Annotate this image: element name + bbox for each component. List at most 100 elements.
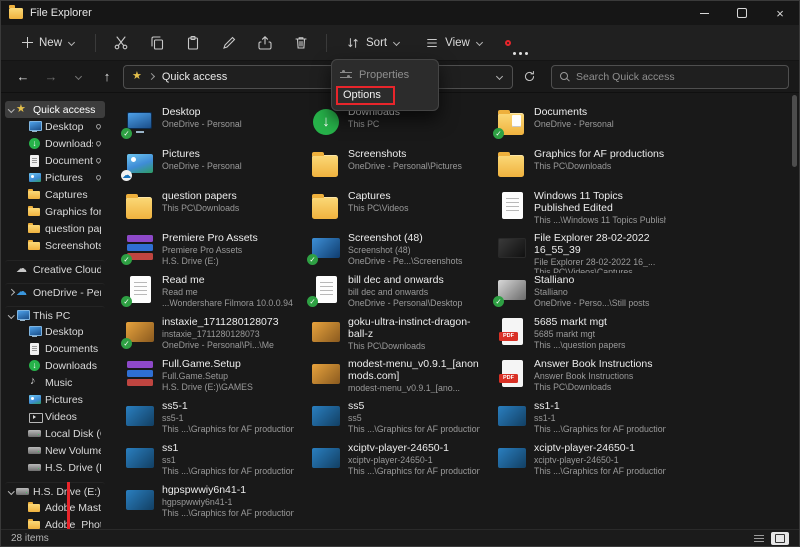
- forward-button[interactable]: →: [39, 65, 63, 89]
- file-tile[interactable]: ☁ Pictures OneDrive - Personal: [119, 147, 301, 189]
- tree-chevron-icon[interactable]: [19, 520, 28, 529]
- file-tile[interactable]: hgpspwwiy6n41-1 hgpspwwiy6n41-1 This ...\…: [119, 483, 301, 525]
- rename-button[interactable]: [214, 30, 244, 56]
- sidebar-item[interactable]: Pictures: [5, 169, 105, 186]
- up-button[interactable]: ↑: [95, 65, 119, 89]
- file-tile[interactable]: ✓ Screenshot (48) Screenshot (48) OneDriv…: [305, 231, 487, 273]
- menu-item[interactable]: Options: [334, 85, 436, 106]
- file-tile[interactable]: Graphics for AF productions This PC\Down…: [491, 147, 673, 189]
- sidebar-item[interactable]: Quick access: [5, 101, 105, 118]
- sidebar-item[interactable]: Screenshots: [5, 237, 105, 254]
- tree-chevron-icon[interactable]: [19, 463, 28, 472]
- tree-chevron-icon[interactable]: [19, 412, 28, 421]
- tree-chevron-icon[interactable]: [19, 327, 28, 336]
- file-tile[interactable]: modest-menu_v0.9.1_[anon mods.com] modes…: [305, 357, 487, 399]
- file-tile[interactable]: ss1 ss1 This ...\Graphics for AF producti…: [119, 441, 301, 483]
- tree-chevron-icon[interactable]: [7, 311, 16, 320]
- tree-chevron-icon[interactable]: [19, 503, 28, 512]
- file-tile[interactable]: ss5-1 ss5-1 This ...\Graphics for AF prod…: [119, 399, 301, 441]
- file-tile[interactable]: Captures This PC\Videos: [305, 189, 487, 231]
- sidebar-item[interactable]: Pictures: [5, 391, 105, 408]
- file-tile[interactable]: xciptv-player-24650-1 xciptv-player-2465…: [305, 441, 487, 483]
- details-view-button[interactable]: [750, 532, 768, 545]
- tree-chevron-icon[interactable]: [19, 378, 28, 387]
- file-tile[interactable]: Windows 11 Topics Published Edited This …: [491, 189, 673, 231]
- file-tile[interactable]: ss5 ss5 This ...\Graphics for AF producti…: [305, 399, 487, 441]
- large-icons-view-button[interactable]: [771, 531, 789, 545]
- tree-chevron-icon[interactable]: [19, 122, 28, 131]
- sidebar-item[interactable]: Videos: [5, 408, 105, 425]
- maximize-button[interactable]: [723, 1, 761, 25]
- sidebar-item[interactable]: Downloads: [5, 357, 105, 374]
- scrollbar-thumb[interactable]: [792, 95, 797, 167]
- file-tile[interactable]: Downloads This PC: [305, 105, 487, 147]
- file-tile[interactable]: ✓ instaxie_1711280128073 instaxie_171128…: [119, 315, 301, 357]
- tree-chevron-icon[interactable]: [19, 224, 28, 233]
- tree-chevron-icon[interactable]: [19, 446, 28, 455]
- sidebar-item[interactable]: Documents: [5, 152, 105, 169]
- copy-button[interactable]: [142, 30, 172, 56]
- delete-button[interactable]: [286, 30, 316, 56]
- sidebar-item[interactable]: This PC: [5, 306, 105, 323]
- search-input[interactable]: [576, 70, 780, 83]
- tree-chevron-icon[interactable]: [19, 173, 28, 182]
- sidebar-item[interactable]: Music: [5, 374, 105, 391]
- file-tile[interactable]: ✓ Read me Read me ...Wondershare Filmora …: [119, 273, 301, 315]
- address-dropdown-chevron[interactable]: [496, 73, 504, 81]
- file-tile[interactable]: ✓ Stalliano Stalliano OneDrive - Perso...…: [491, 273, 673, 315]
- tree-chevron-icon[interactable]: [19, 429, 28, 438]
- address-bar[interactable]: ★ Quick access: [123, 64, 513, 89]
- tree-chevron-icon[interactable]: [7, 265, 16, 274]
- file-tile[interactable]: File Explorer 28-02-2022 16_55_39 File E…: [491, 231, 673, 273]
- tree-chevron-icon[interactable]: [19, 241, 28, 250]
- tree-chevron-icon[interactable]: [19, 190, 28, 199]
- sidebar-item[interactable]: question papers: [5, 220, 105, 237]
- sidebar-item[interactable]: New Volume (D:): [5, 442, 105, 459]
- tree-chevron-icon[interactable]: [19, 156, 28, 165]
- paste-button[interactable]: [178, 30, 208, 56]
- file-tile[interactable]: Full.Game.Setup Full.Game.Setup H.S. Driv…: [119, 357, 301, 399]
- menu-item[interactable]: Properties: [334, 64, 436, 85]
- sidebar-item[interactable]: Documents: [5, 340, 105, 357]
- view-button[interactable]: View: [416, 31, 493, 55]
- sidebar-item[interactable]: H.S. Drive (E:): [5, 482, 105, 499]
- tree-chevron-icon[interactable]: [19, 207, 28, 216]
- tree-chevron-icon[interactable]: [19, 139, 28, 148]
- file-tile[interactable]: Screenshots OneDrive - Personal\Pictures: [305, 147, 487, 189]
- recent-locations-chevron[interactable]: [67, 65, 91, 89]
- cut-button[interactable]: [106, 30, 136, 56]
- sidebar-item[interactable]: Captures: [5, 186, 105, 203]
- file-tile[interactable]: ✓ Documents OneDrive - Personal: [491, 105, 673, 147]
- sidebar-item[interactable]: Desktop: [5, 323, 105, 340]
- close-button[interactable]: ×: [761, 1, 799, 25]
- tree-chevron-icon[interactable]: [19, 344, 28, 353]
- file-tile[interactable]: 5685 markt mgt 5685 markt mgtThis ...\qu…: [491, 315, 673, 357]
- sidebar-item[interactable]: Creative Cloud Files: [5, 260, 105, 277]
- tree-chevron-icon[interactable]: [7, 105, 16, 114]
- tree-chevron-icon[interactable]: [7, 288, 16, 297]
- breadcrumb-segment[interactable]: Quick access: [162, 71, 227, 83]
- sidebar-item[interactable]: Graphics for AF productions: [5, 203, 105, 220]
- search-box[interactable]: [551, 64, 789, 89]
- tree-chevron-icon[interactable]: [19, 361, 28, 370]
- sidebar-item[interactable]: Downloads: [5, 135, 105, 152]
- tree-chevron-icon[interactable]: [19, 395, 28, 404]
- share-button[interactable]: [250, 30, 280, 56]
- sidebar-item[interactable]: Local Disk (C:): [5, 425, 105, 442]
- sidebar-item[interactable]: Desktop: [5, 118, 105, 135]
- file-tile[interactable]: xciptv-player-24650-1 xciptv-player-2465…: [491, 441, 673, 483]
- file-tile[interactable]: question papers This PC\Downloads: [119, 189, 301, 231]
- file-tile[interactable]: ✓ Desktop OneDrive - Personal: [119, 105, 301, 147]
- vertical-scrollbar[interactable]: [792, 95, 797, 515]
- refresh-button[interactable]: [517, 65, 541, 89]
- sidebar-item[interactable]: H.S. Drive (E:): [5, 459, 105, 476]
- file-tile[interactable]: Answer Book Instructions Answer Book Ins…: [491, 357, 673, 399]
- new-button[interactable]: New: [13, 32, 85, 54]
- tree-chevron-icon[interactable]: [7, 487, 16, 496]
- sidebar-item[interactable]: OneDrive - Personal: [5, 283, 105, 300]
- sidebar-item[interactable]: Adobe Master 2021: [5, 499, 105, 516]
- file-tile[interactable]: ✓ bill dec and onwards bill dec and onwa…: [305, 273, 487, 315]
- file-tile[interactable]: ss1-1 ss1-1 This ...\Graphics for AF prod…: [491, 399, 673, 441]
- back-button[interactable]: ←: [11, 65, 35, 89]
- minimize-button[interactable]: [685, 1, 723, 25]
